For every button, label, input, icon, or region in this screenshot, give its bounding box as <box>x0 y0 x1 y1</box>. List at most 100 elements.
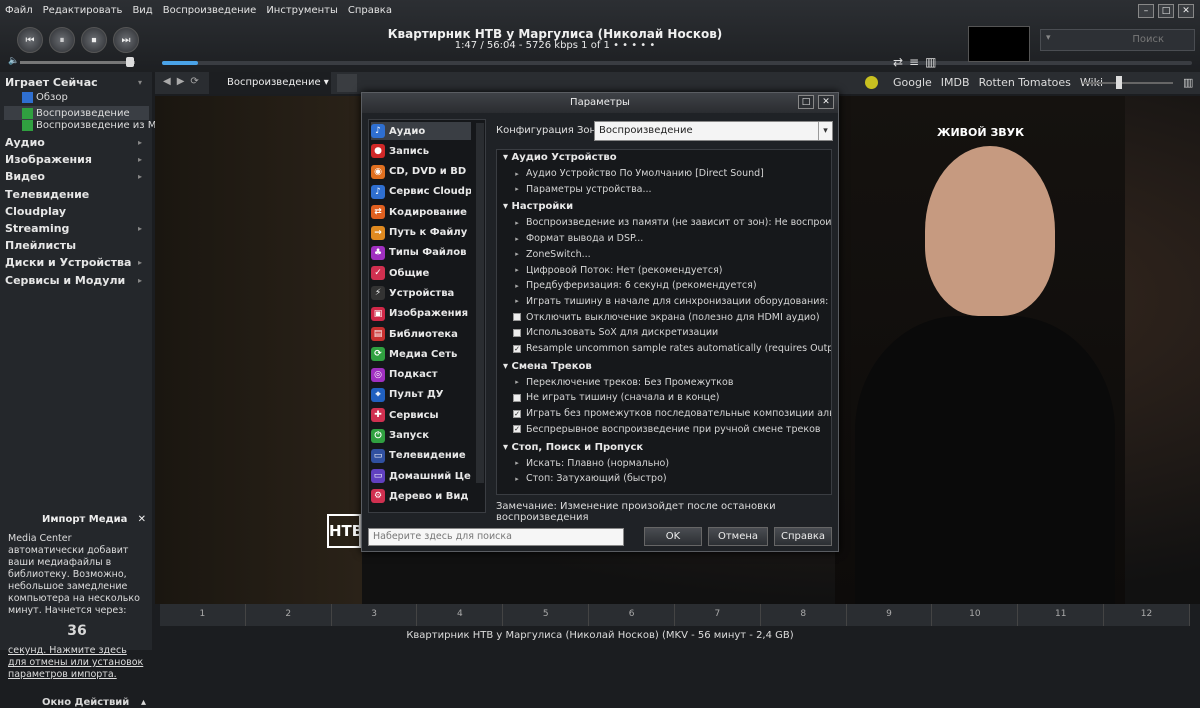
category-item[interactable]: ◎ Подкаст <box>371 366 471 384</box>
chevron-down-icon[interactable]: ▾ <box>818 122 832 140</box>
option-row[interactable]: ▸ Стоп: Затухающий (быстро) <box>513 473 666 484</box>
option-row[interactable]: ▸ Предбуферизация: 6 секунд (рекомендуетс… <box>513 280 756 291</box>
chevron-right-icon[interactable]: ▸ <box>138 276 142 285</box>
category-item[interactable]: ⇄ Кодирование <box>371 203 471 221</box>
category-item[interactable]: ♪ Сервис Cloudp... <box>371 183 471 201</box>
refresh-icon[interactable]: ⟳ <box>190 76 198 87</box>
web-link[interactable]: IMDB <box>941 76 970 89</box>
sidebar-item[interactable]: Cloudplay <box>5 205 66 218</box>
checkbox-checked[interactable]: ✓ <box>513 425 521 434</box>
web-link[interactable]: Google <box>893 76 932 89</box>
search-dropdown-icon[interactable]: ▾ <box>1046 33 1051 43</box>
checkbox-unchecked[interactable] <box>513 393 521 402</box>
chevron-right-icon[interactable]: ▸ <box>138 138 142 147</box>
sidebar-item[interactable]: Плейлисты <box>5 239 76 252</box>
sidebar-item[interactable]: Диски и Устройства <box>5 256 131 269</box>
zoom-handle[interactable] <box>1116 76 1122 89</box>
checkbox-checked[interactable]: ✓ <box>513 344 521 353</box>
volume-slider[interactable] <box>20 61 135 64</box>
timeline-marker[interactable]: 2 <box>246 604 332 626</box>
collapse-icon[interactable]: ▾ <box>503 152 512 163</box>
sidebar-item[interactable]: Телевидение <box>5 188 89 201</box>
timeline-marker[interactable]: 4 <box>417 604 504 626</box>
category-item[interactable]: ✚ Сервисы <box>371 406 471 424</box>
timeline-marker[interactable]: 1 <box>160 604 246 626</box>
category-item[interactable]: ● Запись <box>371 142 471 160</box>
minimize-icon[interactable]: – <box>1138 4 1154 18</box>
options-search-input[interactable]: Наберите здесь для поиска <box>368 528 624 546</box>
category-item[interactable]: ⏻ Запуск <box>371 427 471 445</box>
timeline-marker[interactable]: 11 <box>1018 604 1105 626</box>
category-item[interactable]: ♪ Аудио <box>371 122 471 140</box>
web-link[interactable]: Rotten Tomatoes <box>979 76 1071 89</box>
category-item[interactable]: ▭ Домашний Це... <box>371 467 471 485</box>
help-button[interactable]: Справка <box>774 527 832 546</box>
option-row[interactable]: Отключить выключение экрана (полезно для… <box>513 312 820 323</box>
action-window-label[interactable]: Окно Действий <box>42 697 129 708</box>
menu-item[interactable]: Вид <box>127 0 157 20</box>
category-item[interactable]: ⌖ Пульт ДУ <box>371 386 471 404</box>
timeline-marker[interactable]: 7 <box>675 604 761 626</box>
collapse-icon[interactable]: ▾ <box>503 361 512 372</box>
chevron-right-icon[interactable]: ▸ <box>138 155 142 164</box>
chevron-right-icon[interactable]: ▸ <box>138 172 142 181</box>
option-row[interactable]: ▸ Переключение треков: Без Промежутков <box>513 377 733 388</box>
chevron-down-icon[interactable]: ▾ <box>138 78 142 87</box>
sidebar-item[interactable]: Изображения <box>5 153 92 166</box>
option-group[interactable]: ▾ Стоп, Поиск и Пропуск <box>503 442 643 453</box>
category-item[interactable]: ⟳ Медиа Сеть <box>371 345 471 363</box>
category-item[interactable]: ✓ Общие <box>371 264 471 282</box>
maximize-icon[interactable]: □ <box>798 95 814 109</box>
sidebar-sub-playback[interactable]: Воспроизведение <box>4 106 149 120</box>
sidebar-sub-playback-from[interactable]: Воспроизведение из Ма... <box>22 120 172 131</box>
chevron-right-icon[interactable]: ▸ <box>138 224 142 233</box>
option-row[interactable]: ▸ Искать: Плавно (нормально) <box>513 458 669 469</box>
option-group[interactable]: ▾ Смена Треков <box>503 361 592 372</box>
category-item[interactable]: ⚙ Дерево и Вид <box>371 487 471 505</box>
collapse-icon[interactable]: ▾ <box>503 442 512 453</box>
option-row[interactable]: ▸ Аудио Устройство По Умолчанию [Direct S… <box>513 168 764 179</box>
zoom-slider[interactable] <box>1083 82 1173 84</box>
category-item[interactable]: ◉ CD, DVD и BD <box>371 163 471 181</box>
sidebar-playing-now[interactable]: Играет Сейчас <box>5 76 98 89</box>
sidebar-item[interactable]: Видео <box>5 170 45 183</box>
option-row[interactable]: Использовать SoX для дискретизации <box>513 327 718 338</box>
category-item[interactable]: ♣ Типы Файлов <box>371 244 471 262</box>
playback-mode-icons[interactable]: ⇄≡▥ <box>893 55 942 69</box>
menu-item[interactable]: Справка <box>343 0 397 20</box>
sidebar-item[interactable]: Сервисы и Модули <box>5 274 125 287</box>
seek-bar[interactable] <box>162 61 1192 65</box>
close-icon[interactable]: ✕ <box>138 514 146 525</box>
timeline-marker[interactable]: 8 <box>761 604 847 626</box>
checkbox-unchecked[interactable] <box>513 313 521 322</box>
option-row[interactable]: ✓ Играть без промежутков последовательные… <box>513 408 831 419</box>
category-item[interactable]: ▭ Телевидение <box>371 447 471 465</box>
category-scrollbar[interactable] <box>476 123 484 483</box>
close-icon[interactable]: ✕ <box>1178 4 1194 18</box>
search-input[interactable]: Поиск <box>1040 29 1195 51</box>
sidebar-item[interactable]: Streaming <box>5 222 69 235</box>
timeline[interactable]: 1 2 3 4 5 6 7 8 9 10 11 12 <box>160 604 1190 626</box>
category-item[interactable]: ▤ Библиотека <box>371 325 471 343</box>
option-row[interactable]: Не играть тишину (сначала и в конце) <box>513 392 720 403</box>
timeline-marker[interactable]: 5 <box>503 604 590 626</box>
checkbox-unchecked[interactable] <box>513 328 521 337</box>
stop-icon[interactable]: ⏹ <box>81 27 107 53</box>
menu-item[interactable]: Воспроизведение <box>158 0 262 20</box>
option-row[interactable]: ▸ Воспроизведение из памяти (не зависит о… <box>513 217 831 228</box>
forward-icon[interactable]: ▶ <box>177 76 185 87</box>
cancel-button[interactable]: Отмена <box>708 527 768 546</box>
zone-select[interactable]: Воспроизведение ▾ <box>594 121 833 141</box>
import-link[interactable]: секунд. Нажмите здесь для отмены или уст… <box>8 645 146 681</box>
ok-button[interactable]: OK <box>644 527 702 546</box>
chevron-right-icon[interactable]: ▸ <box>138 258 142 267</box>
category-item[interactable]: ▣ Изображения <box>371 305 471 323</box>
close-icon[interactable]: ✕ <box>818 95 834 109</box>
album-art-thumbnail[interactable] <box>968 26 1030 62</box>
option-group[interactable]: ▾ Аудио Устройство <box>503 152 617 163</box>
menu-item[interactable]: Редактировать <box>38 0 128 20</box>
category-item[interactable]: → Путь к Файлу <box>371 224 471 242</box>
previous-icon[interactable]: ⏮ <box>17 27 43 53</box>
option-row[interactable]: ✓ Resample uncommon sample rates automati… <box>513 343 831 354</box>
option-row[interactable]: ▸ Играть тишину в начале для синхронизаци… <box>513 296 831 307</box>
